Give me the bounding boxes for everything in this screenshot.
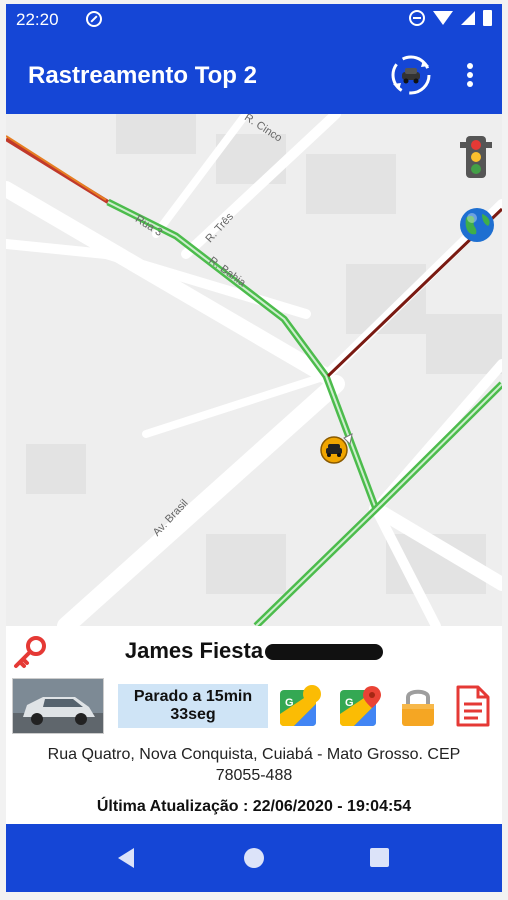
google-maps-street-icon[interactable]: G — [278, 684, 322, 728]
vehicle-name: James Fiesta — [124, 638, 264, 663]
globe-icon[interactable] — [458, 206, 496, 244]
home-icon[interactable] — [244, 848, 264, 868]
battery-icon — [483, 10, 492, 26]
stopped-line-1: Parado a 15min — [133, 688, 253, 705]
back-icon[interactable] — [118, 848, 134, 868]
do-not-disturb-icon — [86, 11, 102, 27]
phone-screen: 22:20 Rastreamento Top 2 R. Cinco R. Trê… — [0, 0, 508, 900]
car-photo-icon — [13, 679, 103, 733]
vehicle-address: Rua Quatro, Nova Conquista, Cuiabá - Mat… — [6, 744, 502, 786]
google-maps-navigation-icon[interactable]: G — [338, 684, 382, 728]
svg-text:G: G — [285, 697, 294, 709]
vehicle-photo[interactable] — [12, 678, 104, 734]
svg-text:G: G — [345, 697, 354, 709]
more-vert-icon[interactable] — [466, 62, 474, 88]
status-bar: 22:20 — [6, 4, 502, 34]
map-view[interactable]: R. Cinco R. Três Rua 3 R. Bahia Av. Bras… — [6, 114, 502, 626]
report-document-icon[interactable] — [450, 684, 494, 728]
status-time: 22:20 — [16, 10, 59, 29]
recent-apps-icon[interactable] — [370, 848, 389, 867]
signal-icon — [461, 11, 475, 25]
map-canvas — [6, 114, 502, 626]
lock-icon[interactable] — [396, 684, 440, 728]
system-nav-bar — [6, 824, 502, 892]
status-icons — [409, 10, 492, 26]
mute-icon — [409, 10, 425, 26]
stopped-line-2: 33seg — [170, 706, 216, 723]
sync-vehicle-icon[interactable] — [390, 54, 432, 96]
wifi-icon — [433, 11, 453, 25]
stopped-duration-badge: Parado a 15min 33seg — [118, 684, 268, 728]
last-update: Última Atualização : 22/06/2020 - 19:04:… — [96, 798, 412, 815]
app-bar: Rastreamento Top 2 — [6, 34, 502, 114]
vehicle-marker-icon[interactable] — [318, 432, 358, 466]
address-line-2: 78055-488 — [215, 767, 293, 784]
vehicle-info-panel: James Fiesta Parado a 15min 33seg G G Ru… — [6, 626, 502, 824]
address-line-1: Rua Quatro, Nova Conquista, Cuiabá - Mat… — [47, 746, 461, 763]
app-title: Rastreamento Top 2 — [28, 62, 257, 89]
traffic-light-icon[interactable] — [458, 134, 494, 180]
vehicle-title: James Fiesta — [6, 638, 502, 664]
plate-redaction — [265, 644, 384, 661]
